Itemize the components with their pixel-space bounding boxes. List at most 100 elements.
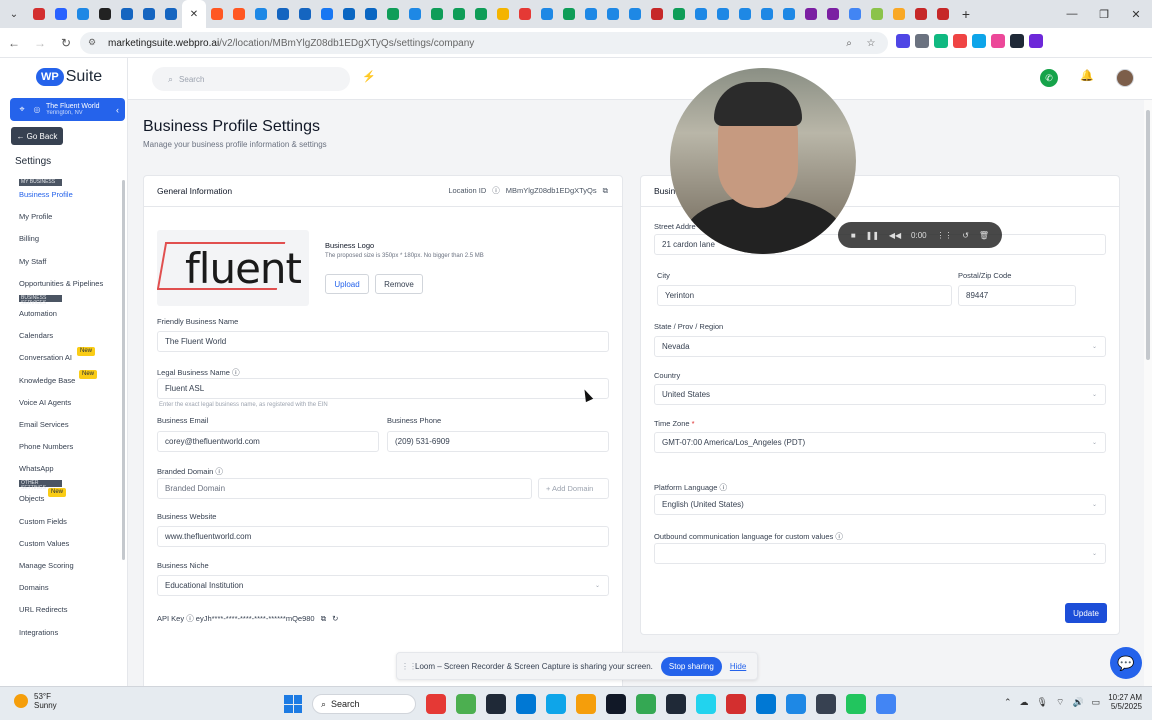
browser-tab[interactable] <box>426 0 448 28</box>
quick-action-icon[interactable]: ⚡ <box>360 70 378 88</box>
pause-icon[interactable]: ❚❚ <box>866 231 879 240</box>
taskbar-app-icon[interactable] <box>426 694 446 714</box>
browser-tab[interactable] <box>756 0 778 28</box>
city-input[interactable]: Yerinton <box>657 285 952 306</box>
platform-language-select[interactable]: English (United States) ⌄ <box>654 494 1106 515</box>
bell-icon[interactable]: 🔔 <box>1078 69 1096 87</box>
tray-chevron-icon[interactable]: ⌃ <box>1004 697 1012 708</box>
volume-icon[interactable]: 🔊 <box>1072 697 1083 708</box>
sidebar-item-business-profile[interactable]: Business Profile <box>0 184 122 206</box>
clock[interactable]: 10:27 AM 5/5/2025 <box>1108 693 1142 711</box>
browser-tab[interactable] <box>272 0 294 28</box>
browser-tab[interactable] <box>116 0 138 28</box>
copy-api-icon[interactable]: ⧉ <box>321 614 326 623</box>
sidebar-item-integrations[interactable]: Integrations <box>0 622 122 644</box>
browser-tab[interactable] <box>514 0 536 28</box>
sidebar-item-domains[interactable]: Domains <box>0 577 122 599</box>
outbound-language-select[interactable]: ⌄ <box>654 543 1106 564</box>
browser-tab[interactable] <box>294 0 316 28</box>
taskbar-app-icon[interactable] <box>666 694 686 714</box>
browser-tab[interactable] <box>888 0 910 28</box>
chat-widget-button[interactable]: 💬 <box>1110 647 1142 679</box>
browser-tab[interactable] <box>492 0 514 28</box>
browser-tab[interactable] <box>646 0 668 28</box>
sidebar-item-url-redirects[interactable]: URL Redirects <box>0 599 122 621</box>
extension-icon[interactable] <box>991 34 1005 48</box>
extension-icon[interactable] <box>972 34 986 48</box>
sidebar-item-voice-ai-agents[interactable]: Voice AI Agents <box>0 392 122 414</box>
hide-link[interactable]: Hide <box>730 662 746 671</box>
extension-icon[interactable] <box>896 34 910 48</box>
browser-tab[interactable] <box>734 0 756 28</box>
location-switcher[interactable]: ⌖ ◎ The Fluent World Yerington, NV ‹ <box>10 98 125 121</box>
brand-logo[interactable]: WP Suite <box>36 68 102 86</box>
sidebar-item-automation[interactable]: Automation <box>0 303 122 325</box>
sidebar-item-conversation-ai[interactable]: Conversation AI New <box>0 347 122 369</box>
browser-tab[interactable] <box>602 0 624 28</box>
browser-tab[interactable] <box>910 0 932 28</box>
browser-tab[interactable] <box>94 0 116 28</box>
browser-tab[interactable] <box>932 0 954 28</box>
sidebar-item-my-profile[interactable]: My Profile <box>0 206 122 228</box>
search-input[interactable]: ⌕ Search <box>152 67 350 91</box>
taskbar-app-icon[interactable] <box>816 694 836 714</box>
bookmark-star-icon[interactable]: ☆ <box>862 34 880 52</box>
country-select[interactable]: United States ⌄ <box>654 384 1106 405</box>
sidebar-item-my-staff[interactable]: My Staff <box>0 251 122 273</box>
sidebar-scrollbar[interactable] <box>122 180 125 560</box>
refresh-api-icon[interactable]: ↻ <box>332 614 338 623</box>
browser-tab[interactable] <box>580 0 602 28</box>
browser-tab[interactable] <box>800 0 822 28</box>
browser-tab[interactable] <box>624 0 646 28</box>
sidebar-item-objects[interactable]: Objects New <box>0 488 122 510</box>
page-scrollbar[interactable] <box>1144 100 1152 686</box>
browser-tab[interactable] <box>690 0 712 28</box>
browser-tab[interactable] <box>470 0 492 28</box>
close-tab-icon[interactable]: ✕ <box>190 9 198 20</box>
browser-tab[interactable] <box>404 0 426 28</box>
browser-tab[interactable] <box>778 0 800 28</box>
browser-tab[interactable] <box>822 0 844 28</box>
close-window-icon[interactable]: ✕ <box>1120 0 1152 28</box>
browser-tab[interactable] <box>228 0 250 28</box>
upload-button[interactable]: Upload <box>325 274 369 294</box>
sidebar-item-custom-values[interactable]: Custom Values <box>0 533 122 555</box>
restore-icon[interactable]: ❐ <box>1088 0 1120 28</box>
webcam-bubble[interactable] <box>670 68 856 254</box>
taskbar-app-icon[interactable] <box>846 694 866 714</box>
battery-icon[interactable]: ▭ <box>1092 697 1101 708</box>
taskbar-app-icon[interactable] <box>726 694 746 714</box>
extension-icon[interactable] <box>915 34 929 48</box>
zoom-icon[interactable]: ⌕ <box>840 34 858 52</box>
friendly-name-input[interactable]: The Fluent World <box>157 331 609 352</box>
trash-icon[interactable]: 🗑 <box>979 231 989 240</box>
taskbar-app-icon[interactable] <box>486 694 506 714</box>
browser-tab[interactable] <box>448 0 470 28</box>
grid-icon[interactable]: ⋮⋮ <box>936 231 952 240</box>
state-select[interactable]: Nevada ⌄ <box>654 336 1106 357</box>
remove-button[interactable]: Remove <box>375 274 423 294</box>
branded-domain-input[interactable]: Branded Domain <box>157 478 532 499</box>
browser-tab[interactable] <box>844 0 866 28</box>
sidebar-item-manage-scoring[interactable]: Manage Scoring <box>0 555 122 577</box>
start-icon[interactable] <box>284 695 302 713</box>
browser-tab[interactable] <box>160 0 182 28</box>
site-info-icon[interactable]: ⚙ <box>88 37 100 49</box>
extension-icon[interactable] <box>953 34 967 48</box>
sidebar-item-whatsapp[interactable]: WhatsApp <box>0 458 122 480</box>
browser-tab[interactable] <box>72 0 94 28</box>
taskbar-app-icon[interactable] <box>786 694 806 714</box>
browser-tab[interactable] <box>316 0 338 28</box>
back-icon[interactable]: ← <box>2 31 26 55</box>
cloud-icon[interactable]: ☁ <box>1020 697 1029 708</box>
business-website-input[interactable]: www.thefluentworld.com <box>157 526 609 547</box>
sidebar-item-phone-numbers[interactable]: Phone Numbers <box>0 436 122 458</box>
browser-tab[interactable] <box>360 0 382 28</box>
avatar[interactable] <box>1116 69 1134 87</box>
business-niche-select[interactable]: Educational Institution ⌄ <box>157 575 609 596</box>
sidebar-item-opportunities-pipelines[interactable]: Opportunities & Pipelines <box>0 273 122 295</box>
add-domain-button[interactable]: + Add Domain <box>538 478 609 499</box>
sidebar-item-custom-fields[interactable]: Custom Fields <box>0 511 122 533</box>
restart-icon[interactable]: ↺ <box>962 231 969 240</box>
browser-tab[interactable] <box>338 0 360 28</box>
